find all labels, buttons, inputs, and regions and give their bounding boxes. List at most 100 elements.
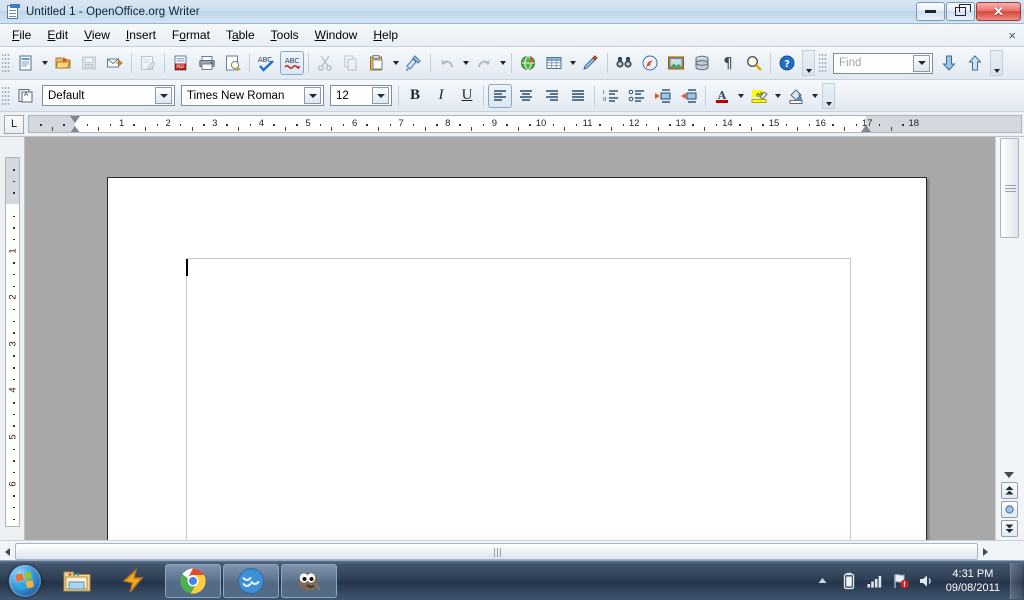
volume-icon[interactable] [917,570,937,592]
paste-dropdown[interactable] [390,51,401,75]
align-right-button[interactable] [540,84,564,108]
menu-view[interactable]: View [76,25,118,45]
horizontal-ruler-track[interactable]: 1 2 3 4 5 6 7 8 9 10 11 12 13 14 15 16 17 18 [28,115,1022,133]
numbering-on-off-button[interactable]: I II [599,84,623,108]
save-document-button[interactable] [77,51,101,75]
vertical-scrollbar-thumb[interactable] [1000,138,1019,238]
minimize-button[interactable] [916,2,945,21]
find-dropdown-button[interactable] [913,54,930,72]
toolbar-grip[interactable] [2,84,10,107]
copy-button[interactable] [339,51,363,75]
find-toolbar-grip[interactable] [819,52,827,74]
bullets-on-off-button[interactable] [625,84,649,108]
new-document-button[interactable] [14,51,38,75]
new-document-dropdown[interactable] [39,51,50,75]
bold-button[interactable]: B [403,84,427,108]
background-color-dropdown[interactable] [809,84,820,108]
font-color-button[interactable]: A [710,84,734,108]
insert-table-dropdown[interactable] [567,51,578,75]
menu-tools[interactable]: Tools [263,25,307,45]
toolbar-grip[interactable] [2,52,10,74]
increase-indent-button[interactable] [677,84,701,108]
spelling-button[interactable]: ABC [254,51,278,75]
network-signal-icon[interactable] [865,570,885,592]
redo-dropdown[interactable] [497,51,508,75]
font-size-dropdown[interactable] [372,87,389,104]
menu-format[interactable]: Format [164,25,218,45]
background-color-button[interactable] [784,84,808,108]
align-center-button[interactable] [514,84,538,108]
find-previous-button[interactable] [963,51,987,75]
undo-button[interactable] [435,51,459,75]
italic-button[interactable]: I [429,84,453,108]
formatting-marks-button[interactable]: ¶ [716,51,740,75]
hyperlink-button[interactable] [516,51,540,75]
export-pdf-button[interactable]: PDF [169,51,193,75]
document-canvas[interactable] [25,137,995,540]
paragraph-style-combo[interactable]: Default [42,85,175,106]
font-size-combo[interactable]: 12 [330,85,392,106]
menu-help[interactable]: Help [365,25,406,45]
restore-button[interactable] [946,2,975,21]
align-justified-button[interactable] [566,84,590,108]
print-preview-button[interactable] [221,51,245,75]
battery-icon[interactable] [839,570,859,592]
vertical-scrollbar[interactable] [995,137,1024,540]
font-name-combo[interactable]: Times New Roman [181,85,324,106]
find-toolbar-overflow[interactable] [990,50,1003,76]
vertical-ruler-track[interactable]: 1 2 3 4 5 6 [5,157,20,527]
document-page[interactable] [107,177,927,540]
paste-button[interactable] [365,51,389,75]
data-sources-button[interactable] [690,51,714,75]
print-file-button[interactable] [195,51,219,75]
horizontal-ruler[interactable]: L 1 2 3 4 5 6 7 8 9 10 11 12 13 14 15 16 17 18 [0,112,1024,137]
menu-file[interactable]: File [4,25,39,45]
decrease-indent-button[interactable] [651,84,675,108]
insert-table-button[interactable] [542,51,566,75]
horizontal-scrollbar-thumb[interactable] [15,543,978,560]
menu-table[interactable]: Table [218,25,263,45]
menu-insert[interactable]: Insert [118,25,164,45]
show-desktop-button[interactable] [1010,563,1022,599]
find-and-replace-button[interactable] [612,51,636,75]
next-page-button[interactable] [1001,520,1018,537]
taskbar-gimp[interactable] [281,563,337,598]
gallery-button[interactable] [664,51,688,75]
font-name-dropdown[interactable] [304,87,321,104]
find-next-button[interactable] [937,51,961,75]
clone-formatting-button[interactable] [402,51,426,75]
action-center-icon[interactable]: ! [891,570,911,592]
taskbar-clock[interactable]: 4:31 PM 09/08/2011 [940,567,1010,595]
start-button[interactable] [2,563,48,599]
email-document-button[interactable] [103,51,127,75]
standard-toolbar-overflow[interactable] [802,50,815,76]
align-left-button[interactable] [488,83,512,108]
scroll-right-arrow[interactable] [978,542,993,562]
taskbar-winamp[interactable] [107,564,163,598]
left-indent-marker[interactable] [69,116,81,132]
navigator-button[interactable] [638,51,662,75]
underline-button[interactable]: U [455,84,479,108]
cut-button[interactable] [313,51,337,75]
highlighting-button[interactable]: ab [747,84,771,108]
show-hidden-icons-icon[interactable] [813,570,833,592]
previous-page-button[interactable] [1001,482,1018,499]
horizontal-scrollbar[interactable] [0,540,1024,562]
zoom-button[interactable] [742,51,766,75]
close-button[interactable]: ✕ [976,2,1021,21]
formatting-toolbar-overflow[interactable] [822,82,835,109]
help-button[interactable]: ? [775,51,799,75]
highlighting-dropdown[interactable] [772,84,783,108]
find-input[interactable]: Find [833,52,933,74]
taskbar-windows-explorer[interactable] [49,564,105,598]
navigation-button[interactable] [1001,501,1018,518]
taskbar-openoffice[interactable] [223,563,279,598]
scroll-down-arrow[interactable] [1004,472,1014,478]
open-document-button[interactable] [51,51,75,75]
paragraph-style-dropdown[interactable] [155,87,172,104]
autospellcheck-button[interactable]: ABC [280,51,304,75]
tab-stop-selector[interactable]: L [4,114,24,134]
scroll-left-arrow[interactable] [0,542,15,562]
menu-edit[interactable]: Edit [39,25,76,45]
styles-and-formatting-button[interactable]: A [14,84,38,108]
